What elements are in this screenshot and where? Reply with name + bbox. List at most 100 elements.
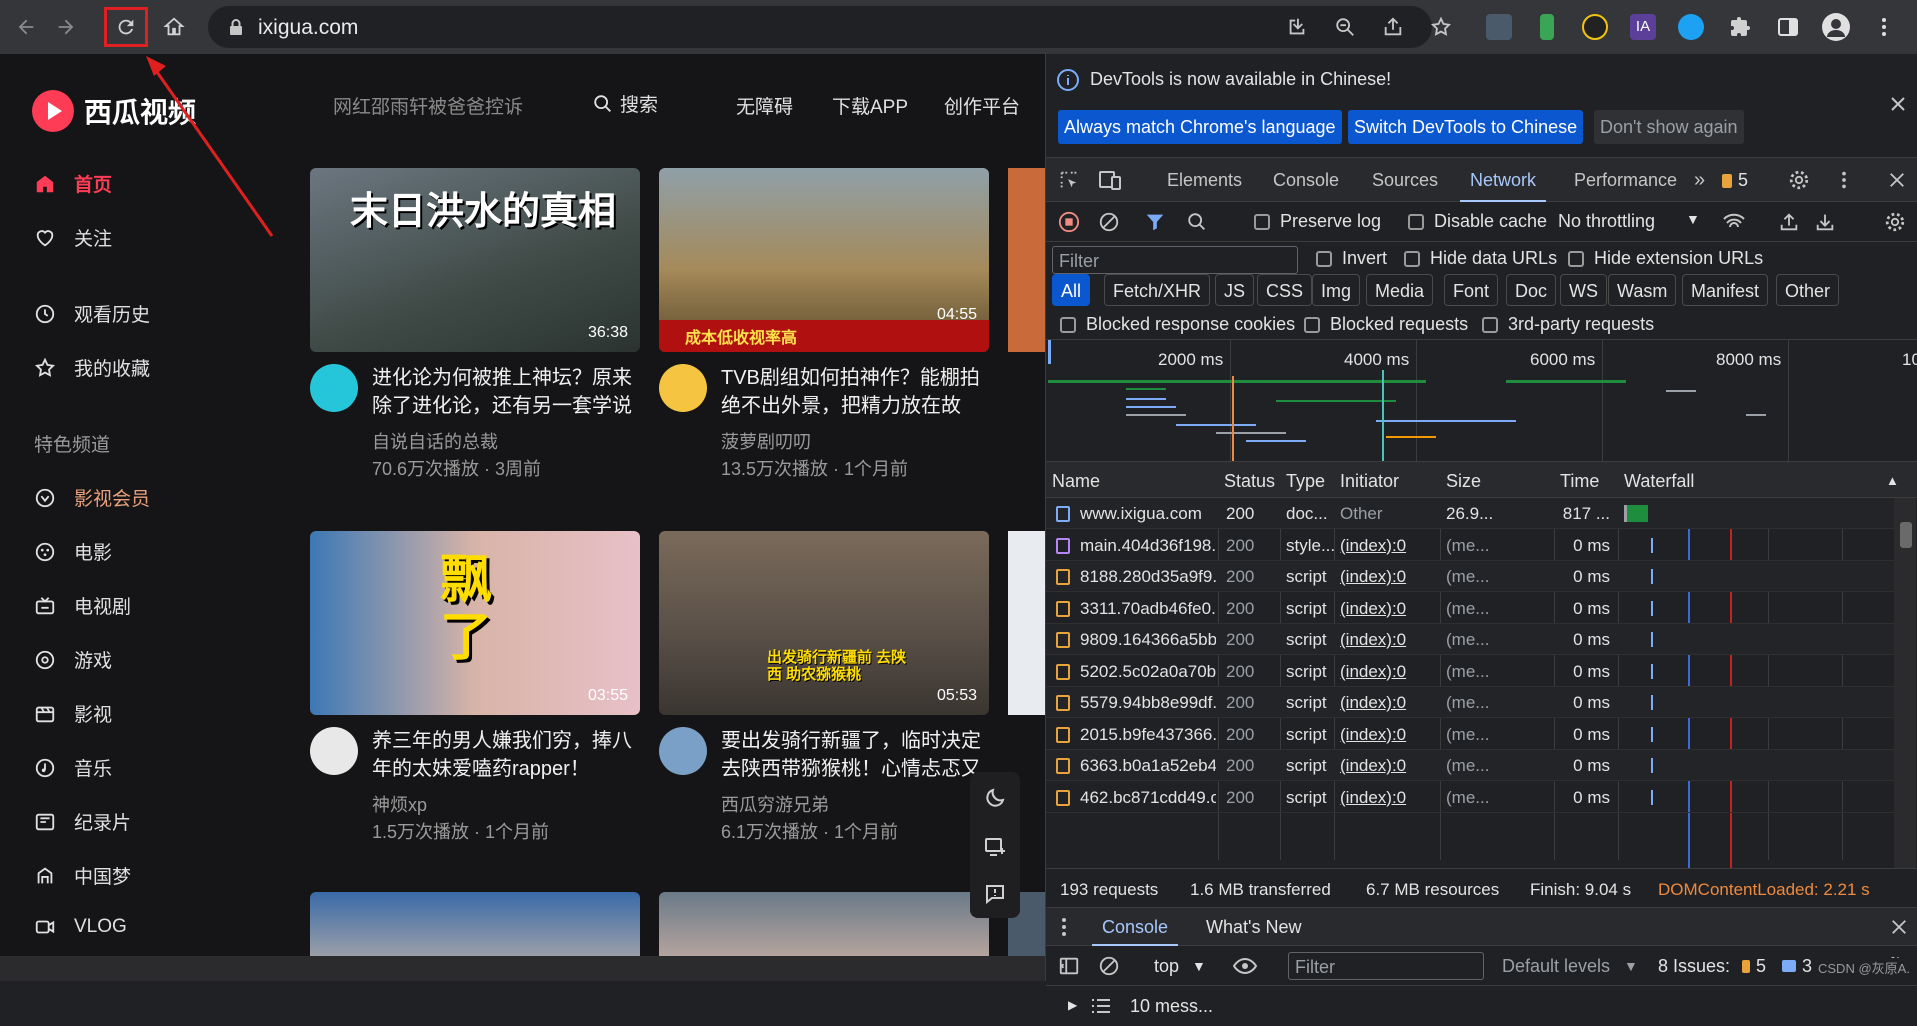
type-css[interactable]: CSS xyxy=(1257,274,1313,306)
video-thumbnail[interactable]: 飘了 03:55 xyxy=(310,531,640,715)
nav-item-history[interactable]: 观看历史 xyxy=(34,300,150,327)
column-header-size[interactable]: Size xyxy=(1446,471,1481,492)
issues-warning-icon[interactable] xyxy=(1722,174,1732,188)
column-header-time[interactable]: Time xyxy=(1560,471,1599,492)
video-thumbnail[interactable] xyxy=(1008,531,1045,715)
table-row[interactable]: main.404d36f198.css 200 style... (index):0 (… xyxy=(1046,530,1894,561)
more-vert-icon[interactable] xyxy=(1872,15,1896,39)
table-row[interactable]: 462.bc871cdd49.ch... 200 script (index):0 (m… xyxy=(1046,782,1894,813)
tab-performance[interactable]: Performance xyxy=(1574,158,1677,202)
extension-glasses-icon[interactable] xyxy=(1486,14,1512,40)
type-font[interactable]: Font xyxy=(1444,274,1499,306)
clear-icon[interactable] xyxy=(1098,211,1120,233)
import-har-icon[interactable] xyxy=(1778,211,1800,233)
scrollbar-thumb[interactable] xyxy=(1900,522,1912,548)
address-bar[interactable]: ixigua.com xyxy=(208,6,1452,48)
nav-item-games[interactable]: 游戏 xyxy=(34,646,112,673)
hide-data-urls-checkbox[interactable] xyxy=(1404,251,1420,267)
row-initiator[interactable]: (index):0 xyxy=(1340,725,1436,745)
close-icon[interactable] xyxy=(1888,94,1908,114)
messages-group[interactable]: 10 mess... xyxy=(1130,996,1213,1017)
extensions-puzzle-icon[interactable] xyxy=(1728,15,1752,39)
author-avatar[interactable] xyxy=(659,727,707,775)
more-vert-icon[interactable] xyxy=(1838,169,1850,191)
extension-ia-icon[interactable]: IA xyxy=(1630,14,1656,40)
video-thumbnail[interactable]: 末日洪水的真相 36:38 xyxy=(310,168,640,352)
zoom-icon[interactable] xyxy=(1334,16,1356,38)
nav-item-film[interactable]: 影视 xyxy=(34,700,112,727)
nav-item-tv[interactable]: 电视剧 xyxy=(34,592,131,619)
log-levels-select[interactable]: Default levels xyxy=(1502,956,1610,977)
hide-extension-urls-checkbox[interactable] xyxy=(1568,251,1584,267)
profile-avatar[interactable] xyxy=(1822,13,1850,41)
device-toolbar-icon[interactable] xyxy=(1098,169,1122,191)
type-img[interactable]: Img xyxy=(1312,274,1361,306)
type-media[interactable]: Media xyxy=(1366,274,1434,306)
video-author[interactable]: 西瓜穷游兄弟 xyxy=(721,791,829,817)
author-avatar[interactable] xyxy=(310,727,358,775)
type-ws[interactable]: WS xyxy=(1560,274,1607,306)
add-screen-icon[interactable] xyxy=(983,834,1007,858)
record-stop-icon[interactable] xyxy=(1058,211,1080,233)
tab-console[interactable]: Console xyxy=(1273,158,1339,202)
row-initiator[interactable]: (index):0 xyxy=(1340,693,1436,713)
type-doc[interactable]: Doc xyxy=(1506,274,1557,306)
export-har-icon[interactable] xyxy=(1814,211,1836,233)
row-initiator[interactable]: (index):0 xyxy=(1340,662,1436,682)
table-scrollbar[interactable] xyxy=(1894,498,1916,868)
preserve-log-checkbox[interactable] xyxy=(1254,214,1270,230)
creator-platform-link[interactable]: 创作平台 xyxy=(944,92,1020,119)
blocked-requests-checkbox[interactable] xyxy=(1304,317,1320,333)
video-title[interactable]: 要出发骑行新疆了，临时决定去陕西带猕猴桃！心情忐忑又 xyxy=(721,727,991,783)
nav-item-music[interactable]: 音乐 xyxy=(34,754,112,781)
search-icon[interactable] xyxy=(1186,211,1208,233)
type-manifest[interactable]: Manifest xyxy=(1682,274,1769,306)
table-row[interactable]: 5202.5c02a0a70b.c... 200 script (index):0 (m… xyxy=(1046,656,1894,687)
type-fetch-xhr[interactable]: Fetch/XHR xyxy=(1104,274,1211,306)
row-initiator[interactable]: (index):0 xyxy=(1340,536,1436,556)
clear-console-icon[interactable] xyxy=(1098,955,1120,977)
video-card[interactable]: 末日洪水的真相 36:38 进化论为何被推上神坛？原来除了进化论，还有另一套学说… xyxy=(310,168,642,479)
eye-icon[interactable] xyxy=(1232,955,1258,977)
row-initiator[interactable]: (index):0 xyxy=(1340,599,1436,619)
install-app-icon[interactable] xyxy=(1286,16,1308,38)
video-thumbnail[interactable] xyxy=(1008,168,1045,352)
invert-checkbox[interactable] xyxy=(1316,251,1332,267)
disable-cache-checkbox[interactable] xyxy=(1408,214,1424,230)
feedback-icon[interactable] xyxy=(983,882,1007,906)
type-wasm[interactable]: Wasm xyxy=(1608,274,1677,306)
network-overview[interactable]: 2000 ms 4000 ms 6000 ms 8000 ms 10 xyxy=(1046,340,1917,462)
column-header-initiator[interactable]: Initiator xyxy=(1340,471,1399,492)
always-match-language-button[interactable]: Always match Chrome's language xyxy=(1058,110,1342,144)
close-drawer-icon[interactable] xyxy=(1890,918,1908,936)
video-title[interactable]: 进化论为何被推上神坛？原来除了进化论，还有另一套学说 xyxy=(372,364,642,420)
issues-label[interactable]: 8 Issues: xyxy=(1658,956,1730,977)
context-select[interactable]: top xyxy=(1154,956,1179,977)
extension-bookmark-icon[interactable] xyxy=(1540,14,1554,40)
network-settings-gear-icon[interactable] xyxy=(1884,211,1906,233)
nav-item-china-dream[interactable]: 中国梦 xyxy=(34,862,131,889)
video-card[interactable]: 飘了 03:55 养三年的男人嫌我们穷，捧八年的太妹爱嗑药rapper！ 神烦x… xyxy=(310,531,640,842)
inspect-element-icon[interactable] xyxy=(1058,169,1080,191)
horizontal-scrollbar[interactable] xyxy=(0,956,1045,981)
download-app-link[interactable]: 下载APP xyxy=(832,92,908,119)
log-levels-dropdown-icon[interactable]: ▼ xyxy=(1624,958,1638,974)
blocked-cookies-checkbox[interactable] xyxy=(1060,317,1076,333)
video-author[interactable]: 自说自话的总裁 xyxy=(372,428,498,454)
third-party-checkbox[interactable] xyxy=(1482,317,1498,333)
row-initiator[interactable]: (index):0 xyxy=(1340,630,1436,650)
video-title[interactable]: TVB剧组如何拍神作？能棚拍绝不出外景，把精力放在故 xyxy=(721,364,991,420)
bookmark-star-icon[interactable] xyxy=(1430,16,1452,38)
drawer-tab-whats-new[interactable]: What's New xyxy=(1196,908,1311,946)
table-row[interactable]: 2015.b9fe437366.c... 200 script (index):0 (m… xyxy=(1046,719,1894,750)
nav-item-documentary[interactable]: 纪录片 xyxy=(34,808,131,835)
type-js[interactable]: JS xyxy=(1215,274,1255,306)
table-row[interactable]: 3311.70adb46fe0.c... 200 script (index):0 (m… xyxy=(1046,593,1894,624)
nav-item-movie[interactable]: 电影 xyxy=(34,538,112,565)
tab-sources[interactable]: Sources xyxy=(1372,158,1438,202)
side-panel-icon[interactable] xyxy=(1776,15,1800,39)
row-initiator[interactable]: (index):0 xyxy=(1340,788,1436,808)
filter-input[interactable]: Filter xyxy=(1052,246,1298,274)
accessibility-link[interactable]: 无障碍 xyxy=(736,92,793,119)
column-header-name[interactable]: Name xyxy=(1052,471,1100,492)
